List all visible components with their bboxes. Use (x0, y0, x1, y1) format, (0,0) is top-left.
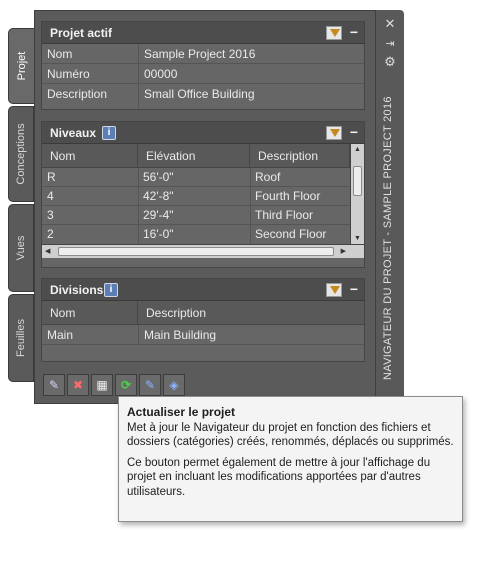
info-icon[interactable]: i (104, 283, 118, 297)
tab-vues[interactable]: Vues (8, 204, 34, 292)
projet-actif-section: Projet actif − Nom Sample Project 2016 N… (41, 21, 365, 110)
filter-icon[interactable] (326, 26, 342, 40)
property-value: Small Office Building (144, 87, 255, 101)
column-header-description[interactable]: Description (138, 301, 366, 325)
scroll-up-icon[interactable]: ▲ (354, 146, 361, 153)
level-nom: 3 (47, 208, 54, 222)
level-row[interactable]: R 56'-0" Roof (42, 168, 364, 187)
level-nom: 4 (47, 189, 54, 203)
scrollbar-thumb[interactable] (353, 166, 362, 196)
level-description: Roof (255, 170, 281, 184)
section-title: Projet actif (50, 26, 113, 40)
level-description: Third Floor (255, 208, 314, 222)
new-project-icon[interactable]: ✎ (43, 374, 65, 396)
level-elevation: 16'-0" (143, 227, 174, 241)
level-row[interactable]: 4 42'-8" Fourth Floor (42, 187, 364, 206)
property-key: Description (47, 87, 108, 101)
division-nom: Main (47, 328, 74, 342)
property-value: Sample Project 2016 (144, 47, 256, 61)
property-key: Numéro (47, 67, 90, 81)
tab-projet[interactable]: Projet (8, 28, 36, 104)
level-nom: 2 (47, 227, 54, 241)
level-elevation: 56'-0" (143, 170, 174, 184)
settings-icon[interactable]: ⚙ (382, 54, 398, 70)
refresh-tooltip: Actualiser le projet Met à jour le Navig… (118, 396, 463, 522)
scroll-left-icon[interactable]: ◀ (45, 247, 50, 255)
palette-titlebar[interactable]: ✕ ⇥ ⚙ NAVIGATEUR DU PROJET - SAMPLE PROJ… (376, 10, 404, 400)
niveaux-section: Niveaux i − Nom Elévation Description R … (41, 121, 365, 268)
info-icon[interactable]: i (102, 126, 116, 140)
tooltip-title: Actualiser le projet (127, 405, 236, 419)
project-navigator-palette: ✕ ⇥ ⚙ NAVIGATEUR DU PROJET - SAMPLE PROJ… (8, 6, 406, 404)
scroll-right-icon[interactable]: ▶ (341, 247, 346, 255)
level-nom: R (47, 170, 56, 184)
level-elevation: 29'-4" (143, 208, 174, 222)
division-row[interactable]: Main Main Building (42, 325, 364, 345)
scroll-down-icon[interactable]: ▼ (354, 235, 361, 242)
property-row[interactable]: Nom Sample Project 2016 (42, 44, 364, 64)
tooltip-description: Met à jour le Navigateur du projet en fo… (127, 421, 454, 449)
palette-body: Projet actif − Nom Sample Project 2016 N… (34, 10, 376, 404)
tab-label: Feuilles (15, 319, 27, 357)
section-header: Niveaux i − (42, 122, 364, 144)
section-title: Niveaux (50, 126, 97, 140)
property-key: Nom (47, 47, 73, 61)
scrollbar-thumb[interactable] (58, 247, 334, 256)
property-row[interactable]: Numéro 00000 (42, 64, 364, 84)
divisions-column-header: Nom Description (42, 301, 364, 325)
project-properties-icon[interactable]: ▦ (91, 374, 113, 396)
column-header-nom[interactable]: Nom (42, 301, 138, 325)
tab-label: Projet (16, 51, 28, 81)
level-row[interactable]: 2 16'-0" Second Floor (42, 225, 364, 244)
property-row[interactable]: Description Small Office Building (42, 84, 364, 104)
level-description: Second Floor (255, 227, 327, 241)
column-header-elevation[interactable]: Elévation (138, 144, 250, 168)
niveaux-vertical-scrollbar[interactable]: ▲ ▼ (350, 144, 364, 244)
close-project-icon[interactable]: ✖ (67, 374, 89, 396)
niveaux-column-header: Nom Elévation Description (42, 144, 364, 168)
collapse-icon[interactable]: − (350, 24, 358, 40)
close-icon[interactable]: ✕ (382, 16, 398, 32)
filter-icon[interactable] (326, 283, 342, 297)
level-description: Fourth Floor (255, 189, 321, 203)
section-header: Divisions i − (42, 279, 364, 301)
collapse-icon[interactable]: − (350, 281, 358, 297)
tab-conceptions[interactable]: Conceptions (8, 106, 34, 202)
level-row[interactable]: 3 29'-4" Third Floor (42, 206, 364, 225)
divisions-section: Divisions i − Nom Description Main Main … (41, 278, 365, 362)
palette-title: NAVIGATEUR DU PROJET - SAMPLE PROJECT 20… (382, 96, 394, 380)
division-description: Main Building (144, 328, 217, 342)
section-header: Projet actif − (42, 22, 364, 44)
pin-icon[interactable]: ⇥ (382, 36, 398, 52)
tab-label: Vues (15, 235, 27, 261)
filter-icon[interactable] (326, 126, 342, 140)
property-value: 00000 (144, 67, 178, 81)
column-header-description[interactable]: Description (250, 144, 350, 168)
section-title: Divisions (50, 283, 104, 297)
tab-feuilles[interactable]: Feuilles (8, 294, 34, 382)
collapse-icon[interactable]: − (350, 124, 358, 140)
tab-label: Conceptions (15, 123, 27, 185)
palette-tabs: Projet Conceptions Vues Feuilles (8, 28, 36, 384)
settings-project-icon[interactable]: ◈ (163, 374, 185, 396)
niveaux-horizontal-scrollbar[interactable]: ◀ ▶ (42, 244, 364, 258)
repath-project-icon[interactable]: ✎ (139, 374, 161, 396)
refresh-project-icon[interactable]: ⟳ (115, 374, 137, 396)
level-elevation: 42'-8" (143, 189, 174, 203)
tooltip-note: Ce bouton permet également de mettre à j… (127, 456, 431, 498)
column-header-nom[interactable]: Nom (42, 144, 138, 168)
